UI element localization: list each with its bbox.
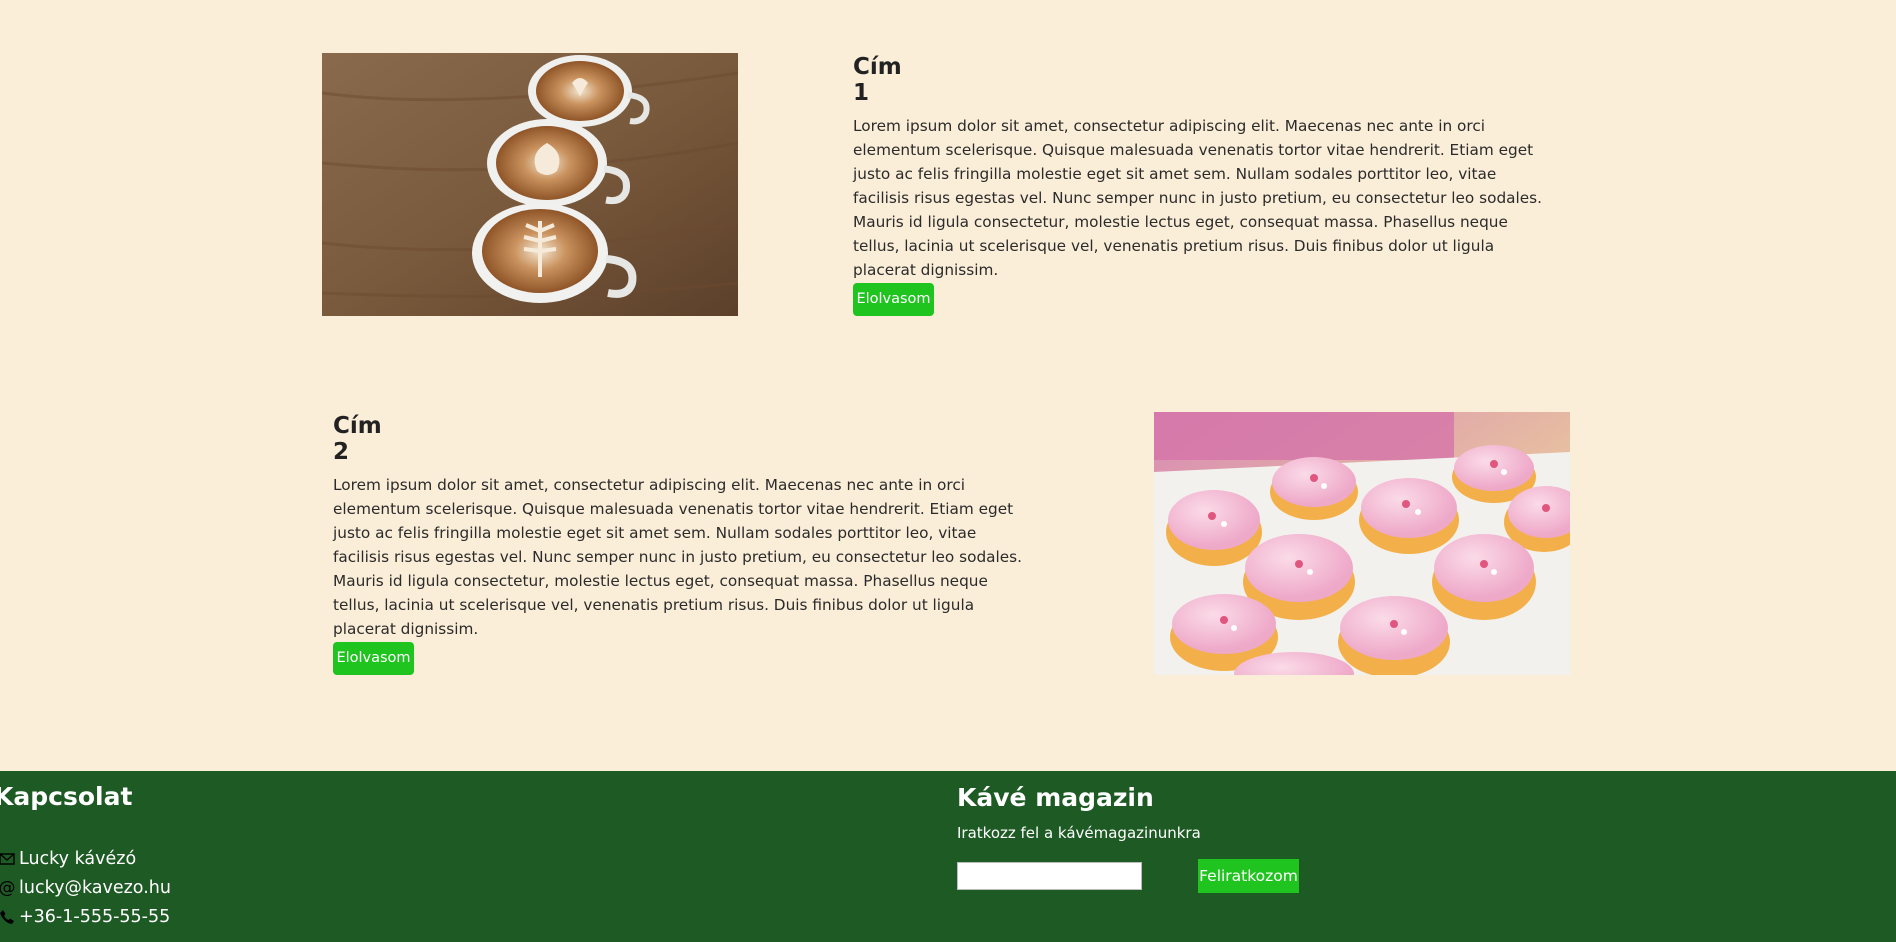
contact-email-text[interactable]: lucky@kavezo.hu [19,878,171,898]
envelope-icon [0,850,16,868]
article-title: Cím 1 [853,54,902,106]
phone-icon [0,908,16,926]
article-body: Lorem ipsum dolor sit amet, consectetur … [333,476,1023,638]
footer: Kapcsolat Lucky kávézó @ lucky@kavezo.hu… [0,771,1896,942]
contact-name: Lucky kávézó [0,849,136,869]
contact-email: @ lucky@kavezo.hu [0,878,171,898]
magazine-subtitle: Iratkozz fel a kávémagazinunkra [957,824,1201,842]
article-body: Lorem ipsum dolor sit amet, consectetur … [853,117,1543,279]
read-more-button[interactable]: Elolvasom [333,642,414,675]
subscribe-button[interactable]: Feliratkozom [1198,859,1299,893]
contact-name-text: Lucky kávézó [19,849,137,869]
magazine-title: Kávé magazin [957,783,1154,812]
contact-title: Kapcsolat [0,782,133,811]
contact-phone-text[interactable]: +36-1-555-55-55 [19,907,170,927]
at-icon: @ [0,878,16,898]
contact-phone: +36-1-555-55-55 [0,907,170,927]
newsletter-email-input[interactable] [957,862,1142,890]
coffee-cups-image [322,53,738,316]
article-title: Cím 2 [333,413,382,465]
cupcakes-image [1154,412,1570,675]
read-more-button[interactable]: Elolvasom [853,283,934,316]
